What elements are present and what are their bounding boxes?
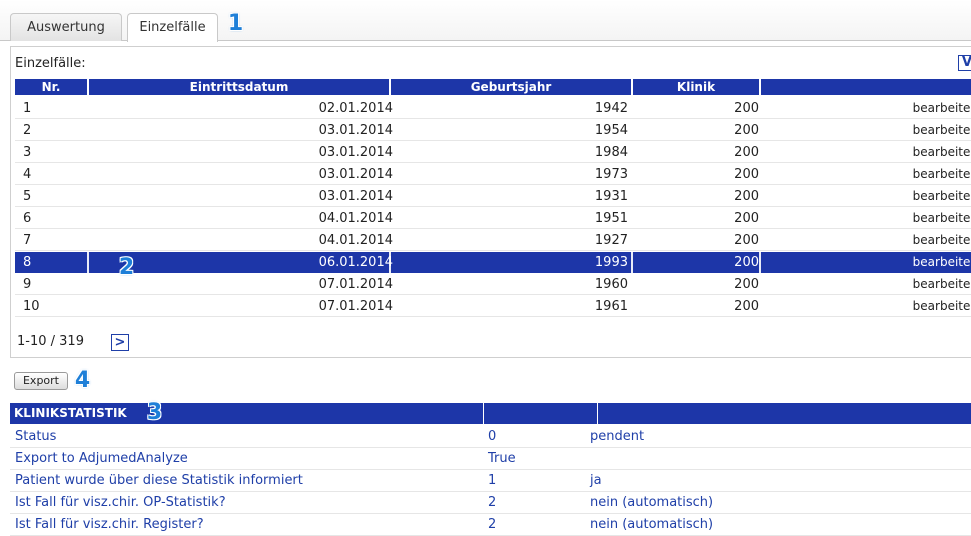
column-header-geburtsjahr[interactable]: Geburtsjahr [391,79,631,95]
table-row[interactable]: 806.01.20141993200bearbeiten [15,252,971,273]
view-toggle-button[interactable]: V [958,55,971,71]
stat-text: nein (automatisch) [590,517,714,532]
stat-label: Export to AdjumedAnalyze [15,451,188,466]
table-row[interactable]: 403.01.20141973200bearbeiten [15,164,971,185]
stat-row: Status 0 pendent [10,426,971,448]
stat-label: Ist Fall für visz.chir. Register? [15,517,204,532]
edit-link[interactable]: bearbeiten [15,164,971,185]
stat-label: Patient wurde über diese Statistik infor… [15,473,303,488]
edit-link[interactable]: bearbeiten [15,274,971,295]
column-header-nr[interactable]: Nr. [15,79,87,95]
table-row[interactable]: 704.01.20141927200bearbeiten [15,230,971,251]
stat-code: True [488,451,516,466]
edit-link[interactable]: bearbeiten [15,252,971,273]
table-row[interactable]: 907.01.20141960200bearbeiten [15,274,971,295]
tab-einzelfaelle[interactable]: Einzelfälle [127,13,218,42]
column-header-eintrittsdatum[interactable]: Eintrittsdatum [89,79,389,95]
table-row[interactable]: 203.01.20141954200bearbeiten [15,120,971,141]
edit-link[interactable]: bearbeiten [15,208,971,229]
panel-title: Einzelfälle: [15,56,86,71]
table-row[interactable]: 303.01.20141984200bearbeiten [15,142,971,163]
stat-text: nein (automatisch) [590,495,714,510]
pager-next-button[interactable]: > [111,334,129,351]
stat-code: 1 [488,473,497,488]
column-header-klinik[interactable]: Klinik [633,79,759,95]
table-row[interactable]: 604.01.20141951200bearbeiten [15,208,971,229]
export-button[interactable]: Export [14,372,68,390]
callout-3: 3 [146,400,163,425]
callout-2: 2 [118,255,135,280]
stat-row: Patient wurde über diese Statistik infor… [10,470,971,492]
callout-1: 1 [227,11,244,36]
stat-row: Export to AdjumedAnalyze True [10,448,971,470]
edit-link[interactable]: bearbeiten [15,98,971,119]
edit-link[interactable]: bearbeiten [15,230,971,251]
stat-label: Status [15,429,57,444]
stat-label: Ist Fall für visz.chir. OP-Statistik? [15,495,226,510]
tab-bar: Auswertung Einzelfälle 1 [0,0,971,42]
stat-row: Ist Fall für visz.chir. OP-Statistik? 2 ne… [10,492,971,514]
table-row[interactable]: 503.01.20141931200bearbeiten [15,186,971,207]
pager-range: 1-10 / 319 [17,334,84,349]
stat-text: pendent [590,429,645,444]
edit-link[interactable]: bearbeiten [15,120,971,141]
callout-4: 4 [74,368,91,393]
tab-auswertung[interactable]: Auswertung [10,13,122,41]
stat-text: ja [590,473,602,488]
table-row[interactable]: 102.01.20141942200bearbeiten [15,98,971,119]
edit-link[interactable]: bearbeiten [15,296,971,317]
stat-row: Ist Fall für visz.chir. Register? 2 nein (… [10,514,971,536]
table-header: Nr. Eintrittsdatum Geburtsjahr Klinik [15,79,971,95]
einzelfaelle-panel: Einzelfälle: V Nr. Eintrittsdatum Geburt… [10,46,971,358]
stat-code: 2 [488,517,497,532]
edit-link[interactable]: bearbeiten [15,186,971,207]
table-row[interactable]: 1007.01.20141961200bearbeiten [15,296,971,317]
klinikstatistik-title: KLINIKSTATISTIK [14,406,127,420]
stat-code: 0 [488,429,497,444]
stat-code: 2 [488,495,497,510]
edit-link[interactable]: bearbeiten [15,142,971,163]
